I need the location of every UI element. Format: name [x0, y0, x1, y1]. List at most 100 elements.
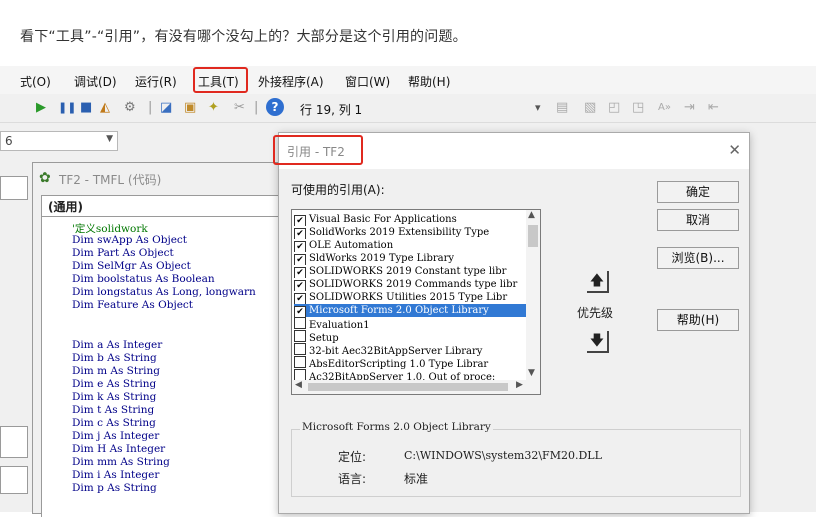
help-button[interactable]: 帮助(H) — [657, 309, 739, 331]
scroll-up-icon[interactable]: ▲ — [528, 210, 535, 220]
checkbox-checked-icon[interactable]: ✔ — [294, 228, 306, 239]
reference-item[interactable]: ✔ SOLIDWORKS 2019 Commands type libr — [294, 278, 526, 291]
checkbox-unchecked-icon[interactable] — [294, 317, 306, 329]
forum-caption: 看下“工具”-“引用”，有没有哪个没勾上的？大部分是这个引用的问题。 — [20, 29, 467, 45]
complete-word-icon[interactable]: A» — [658, 100, 671, 116]
reference-label: AbsEditorScripting 1.0 Type Librar — [309, 359, 489, 369]
reference-item[interactable]: ✔ Visual Basic For Applications — [294, 213, 526, 226]
code-line: Dim p As String — [72, 482, 157, 494]
reference-label: Evaluation1 — [309, 320, 370, 330]
reference-item[interactable]: ✔ SolidWorks 2019 Extensibility Type — [294, 226, 526, 239]
checkbox-checked-icon[interactable]: ✔ — [294, 293, 306, 304]
cancel-button[interactable]: 取消 — [657, 209, 739, 231]
code-line: Dim b As String — [72, 352, 157, 364]
parameter-info-icon[interactable]: ◳ — [632, 100, 644, 116]
code-line: Dim SelMgr As Object — [72, 260, 191, 272]
code-line: Dim i As Integer — [72, 469, 160, 481]
checkbox-unchecked-icon[interactable] — [294, 343, 306, 355]
reference-label: SOLIDWORKS 2019 Constant type libr — [309, 266, 507, 277]
horizontal-scroll-thumb[interactable] — [308, 383, 508, 391]
checkbox-checked-icon[interactable]: ✔ — [294, 280, 306, 291]
reference-item[interactable]: ✔ Microsoft Forms 2.0 Object Library — [294, 304, 526, 317]
project-explorer-icon[interactable]: ⚙ — [124, 100, 136, 116]
reference-item[interactable]: ✔ SldWorks 2019 Type Library — [294, 252, 526, 265]
reference-item[interactable]: ✔ OLE Automation — [294, 239, 526, 252]
general-object-value: (通用) — [48, 200, 83, 214]
pause-icon[interactable]: ❚❚ — [58, 100, 76, 116]
scroll-right-icon[interactable]: ▶ — [516, 380, 523, 390]
reference-item[interactable]: ✔ SOLIDWORKS Utilities 2015 Type Libr — [294, 291, 526, 304]
toolbox-icon[interactable]: ✦ — [208, 100, 219, 116]
outdent-icon[interactable]: ⇤ — [708, 100, 719, 116]
dialog-title-highlight-box — [273, 135, 363, 165]
code-line: Dim Part As Object — [72, 247, 174, 259]
priority-label: 优先级 — [577, 306, 614, 320]
checkbox-unchecked-icon[interactable] — [294, 356, 306, 368]
menu-addins[interactable]: 外接程序(A) — [258, 73, 324, 90]
menu-bar: 式(O) 调试(D) 运行(R) 工具(T) 外接程序(A) 窗口(W) 帮助(… — [0, 66, 816, 94]
design-mode-icon[interactable]: ◭ — [100, 100, 110, 116]
list-constants-icon[interactable]: ▧ — [584, 100, 596, 116]
separator-icon: | — [148, 100, 153, 115]
code-line: Dim t As String — [72, 404, 155, 416]
ok-button[interactable]: 确定 — [657, 181, 739, 203]
tools-highlight-box — [193, 67, 248, 93]
menu-window[interactable]: 窗口(W) — [345, 73, 390, 90]
selected-reference-name: Microsoft Forms 2.0 Object Library — [300, 421, 493, 433]
object-browser-icon[interactable]: ▣ — [184, 100, 196, 116]
browse-button[interactable]: 浏览(B)... — [657, 247, 739, 269]
reference-item[interactable]: Setup — [294, 330, 526, 343]
horizontal-scrollbar[interactable]: ◀ ▶ — [292, 380, 540, 394]
language-value: 标准 — [404, 472, 429, 486]
priority-up-icon[interactable]: 🡅 — [587, 271, 609, 293]
references-dialog: 引用 - TF2 ✕ 可使用的引用(A): ✔ Visual Basic For … — [273, 132, 750, 514]
object-combo[interactable]: 6 ▼ — [0, 131, 118, 151]
location-label: 定位: — [338, 450, 367, 464]
checkbox-unchecked-icon[interactable] — [294, 330, 306, 342]
menu-format[interactable]: 式(O) — [20, 73, 51, 90]
code-line: Dim m As String — [72, 365, 160, 377]
code-editor[interactable]: '定义solidwork Dim swApp As Object Dim Par… — [41, 217, 302, 517]
menu-help[interactable]: 帮助(H) — [408, 73, 450, 90]
toolbar-grip-icon[interactable]: ▾ — [535, 100, 541, 116]
code-window: ✿ TF2 - TMFL (代码) (通用) '定义solidwork Dim … — [32, 162, 303, 517]
object-combo-value: 6 — [5, 134, 13, 148]
menu-run[interactable]: 运行(R) — [135, 73, 177, 90]
menu-debug[interactable]: 调试(D) — [74, 73, 117, 90]
scroll-down-icon[interactable]: ▼ — [528, 368, 535, 378]
vertical-scrollbar[interactable]: ▲ ▼ — [526, 210, 540, 380]
checkbox-checked-icon[interactable]: ✔ — [294, 267, 306, 278]
tool-icon[interactable]: ✂ — [234, 100, 245, 116]
reference-item[interactable]: Evaluation1 — [294, 317, 526, 330]
project-pane-stub — [0, 176, 28, 200]
help-icon[interactable]: ? — [266, 98, 284, 116]
language-label: 语言: — [338, 472, 367, 486]
reference-label: OLE Automation — [309, 240, 394, 251]
references-list[interactable]: ✔ Visual Basic For Applications ✔ SolidWork… — [291, 209, 541, 395]
close-icon[interactable]: ✕ — [728, 141, 741, 159]
reference-item[interactable]: 32-bit Aec32BitAppServer Library — [294, 343, 526, 356]
checkbox-checked-icon[interactable]: ✔ — [294, 215, 306, 226]
checkbox-checked-icon[interactable]: ✔ — [294, 254, 306, 265]
general-object-dropdown[interactable]: (通用) — [41, 195, 303, 217]
scroll-left-icon[interactable]: ◀ — [295, 380, 302, 390]
dialog-titlebar: 引用 - TF2 ✕ — [273, 133, 749, 169]
reference-item[interactable]: AbsEditorScripting 1.0 Type Librar — [294, 356, 526, 369]
checkbox-checked-icon[interactable]: ✔ — [294, 241, 306, 252]
priority-down-icon[interactable]: 🡇 — [587, 331, 609, 353]
run-icon[interactable]: ▶ — [36, 100, 46, 116]
object-combo-row: 6 ▼ — [0, 123, 270, 165]
code-line: Dim longstatus As Long, longwarn — [72, 286, 256, 298]
properties-icon[interactable]: ◪ — [160, 100, 172, 116]
code-line: Dim mm As String — [72, 456, 170, 468]
code-window-title: TF2 - TMFL (代码) — [59, 173, 162, 187]
reference-item[interactable]: ✔ SOLIDWORKS 2019 Constant type libr — [294, 265, 526, 278]
quick-info-icon[interactable]: ◰ — [608, 100, 620, 116]
indent-icon[interactable]: ⇥ — [684, 100, 695, 116]
vertical-scroll-thumb[interactable] — [528, 225, 538, 247]
code-line: Dim swApp As Object — [72, 234, 188, 246]
stop-icon[interactable]: ■ — [80, 100, 92, 116]
cursor-position: 行 19, 列 1 — [300, 103, 363, 117]
list-properties-icon[interactable]: ▤ — [556, 100, 568, 116]
checkbox-checked-icon[interactable]: ✔ — [294, 306, 306, 317]
